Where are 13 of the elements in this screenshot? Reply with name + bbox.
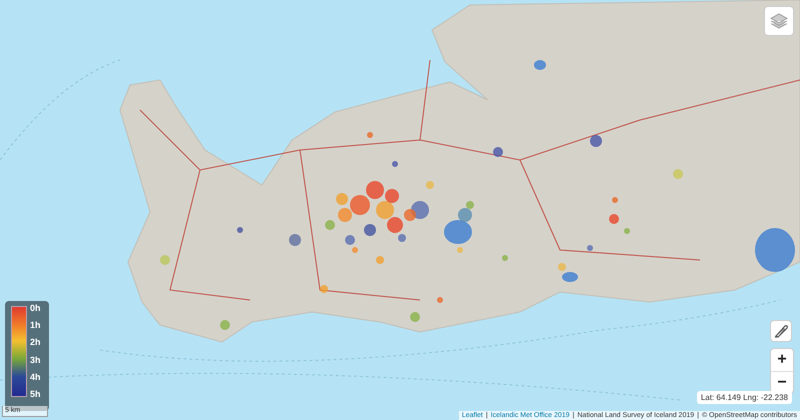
pen-icon xyxy=(773,323,789,339)
zoom-in-button[interactable]: + xyxy=(771,349,793,371)
layers-icon xyxy=(770,13,788,29)
legend-label: 4h xyxy=(30,372,41,382)
draw-button[interactable] xyxy=(770,320,792,342)
coordinates-readout: Lat: 64.149 Lng: -22.238 xyxy=(696,391,792,404)
legend-label: 1h xyxy=(30,320,41,330)
legend-label: 0h xyxy=(30,303,41,313)
legend-label: 5h xyxy=(30,388,41,399)
legend-label: 3h xyxy=(30,354,41,365)
layers-button[interactable] xyxy=(764,6,794,36)
legend-label: 2h xyxy=(30,337,41,348)
zoom-out-button[interactable]: − xyxy=(771,371,793,393)
